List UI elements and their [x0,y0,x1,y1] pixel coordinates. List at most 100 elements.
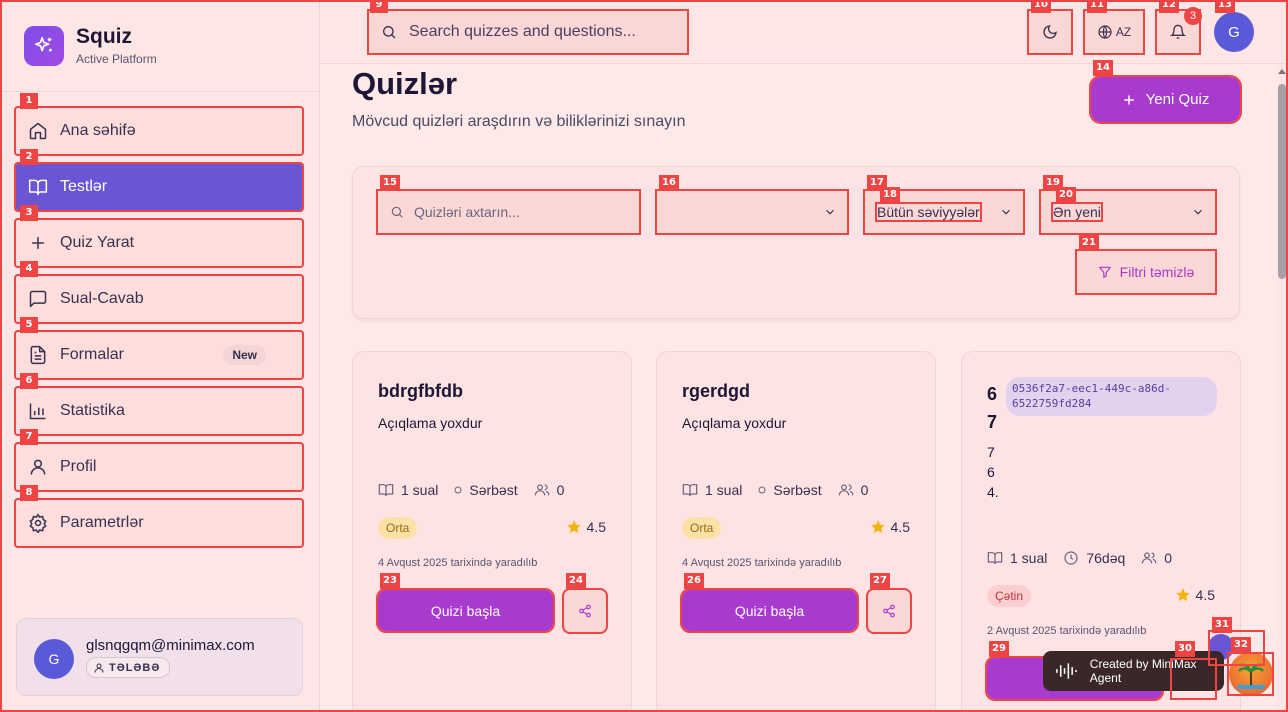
sidebar-item-home[interactable]: Ana səhifə [14,106,304,156]
users-icon [838,484,853,496]
notification-count-badge: 3 [1184,7,1202,25]
language-button[interactable]: AZ [1083,9,1145,55]
sidebar-item-forms[interactable]: Formalar New [14,330,304,380]
file-icon [30,345,46,365]
share-button[interactable] [866,588,912,634]
annotation-marker: 3 [20,205,38,221]
annotation-marker: 5 [20,317,38,333]
new-quiz-button[interactable]: Yeni Quiz [1089,75,1242,124]
clock-icon [1064,551,1078,565]
annotation-marker: 16 [659,175,679,191]
difficulty-badge: Orta [682,517,722,539]
sidebar-item-qa[interactable]: Sual-Cavab [14,274,304,324]
scrollbar-thumb[interactable] [1278,84,1286,279]
role-badge: TƏLƏBƏ [86,657,171,678]
page-subtitle: Mövcud quizləri araşdırın və biliklərini… [352,113,686,130]
chevron-down-icon [826,209,834,215]
quiz-meta: 1 sual Sərbəst 0 [378,482,580,498]
quiz-title: rgerdgd [682,381,751,401]
book-icon [378,484,394,497]
annotation-marker: 27 [870,573,890,589]
chevron-down-icon [1194,209,1202,215]
question-count: 1 sual [1010,550,1048,566]
star-icon [566,520,581,534]
role-label: TƏLƏBƏ [109,661,161,674]
share-button[interactable] [562,588,608,634]
user-email: glsnqgqm@minimax.com [86,637,255,654]
quiz-search-input[interactable]: Quizləri axtarın... [376,189,641,235]
clear-filters-button[interactable]: Filtri təmizlə [1075,249,1217,295]
header-avatar[interactable]: G [1214,12,1254,52]
participant-count: 0 [556,482,565,498]
sidebar-item-profile[interactable]: Profil [14,442,304,492]
description-line: 6 [987,464,995,480]
annotation-box [1227,652,1274,696]
share-icon [579,604,591,618]
global-search-input[interactable]: Search quizzes and questions... [367,9,689,55]
brand-subtitle: Active Platform [76,52,157,66]
bar-chart-icon [29,403,46,420]
rating-value: 4.5 [586,519,606,535]
annotation-marker: 1 [20,93,38,109]
annotation-marker: 11 [1087,0,1107,13]
theme-toggle-button[interactable] [1027,9,1073,55]
level-value: Bütün səviyyələr [875,202,982,222]
star-icon [870,520,885,534]
book-icon [28,179,48,196]
annotation-marker: 6 [20,373,38,389]
participant-count: 0 [860,482,869,498]
user-icon [30,459,46,475]
user-card[interactable]: G glsnqgqm@minimax.com TƏLƏBƏ [16,618,303,696]
time-limit: 76dəq [1086,550,1126,566]
sidebar-item-label: Testlər [60,178,108,195]
quiz-card: rgerdgd Açıqlama yoxdur 1 sual Sərbəst 0… [656,351,936,712]
search-icon [383,26,396,39]
quiz-description: Açıqlama yoxdur [378,415,483,431]
sidebar-item-label: Profil [60,458,97,475]
start-quiz-button[interactable]: Quizi başla [680,588,859,633]
start-quiz-button[interactable]: Quizi başla [376,588,555,633]
annotation-marker: 4 [20,261,38,277]
global-search-placeholder: Search quizzes and questions... [409,23,636,40]
filters-panel [352,166,1240,319]
message-icon [29,290,47,308]
annotation-box [1170,658,1217,700]
annotation-marker: 29 [989,641,1009,657]
clock-icon [758,486,766,494]
question-count: 1 sual [705,482,743,498]
book-icon [987,552,1003,565]
sidebar-item-statistics[interactable]: Statistika [14,386,304,436]
plus-icon [1124,94,1134,105]
sidebar-item-settings[interactable]: Parametrlər [14,498,304,548]
sidebar-item-label: Formalar [60,346,125,363]
sidebar: Squiz Active Platform Ana səhifə Testlər… [0,0,320,712]
sidebar-item-tests[interactable]: Testlər [14,162,304,212]
annotation-marker: 13 [1215,0,1235,13]
category-select[interactable] [655,189,849,235]
annotation-marker: 23 [380,573,400,589]
annotation-marker: 14 [1093,60,1113,76]
home-icon [29,122,47,140]
created-date: 4 Avqust 2025 tarixində yaradılıb [682,557,842,569]
participant-count: 0 [1164,550,1173,566]
annotation-marker: 7 [20,429,38,445]
annotation-marker: 31 [1212,617,1232,633]
sort-value: Ən yeni [1051,202,1103,222]
sparkles-icon [24,25,64,66]
quiz-meta: 1 sual Sərbəst 0 [682,482,884,498]
users-icon [1142,552,1157,564]
scroll-up-arrow-icon[interactable] [1278,69,1286,74]
quiz-title: 6 7 [987,380,1001,436]
quiz-card: bdrgfbfdb Açıqlama yoxdur 1 sual Sərbəst… [352,351,632,712]
sidebar-item-create-quiz[interactable]: Quiz Yarat [14,218,304,268]
brand[interactable]: Squiz Active Platform [0,0,319,92]
sidebar-item-label: Sual-Cavab [60,290,144,307]
created-date: 4 Avqust 2025 tarixində yaradılıb [378,557,538,569]
bell-icon [1170,24,1186,39]
scrollbar[interactable] [1276,64,1288,712]
quiz-search-placeholder: Quizləri axtarın... [414,204,520,220]
annotation-marker: 8 [20,485,38,501]
description-line: 7 [987,444,995,460]
annotation-marker: 12 [1159,0,1179,13]
brand-title: Squiz [76,25,132,48]
